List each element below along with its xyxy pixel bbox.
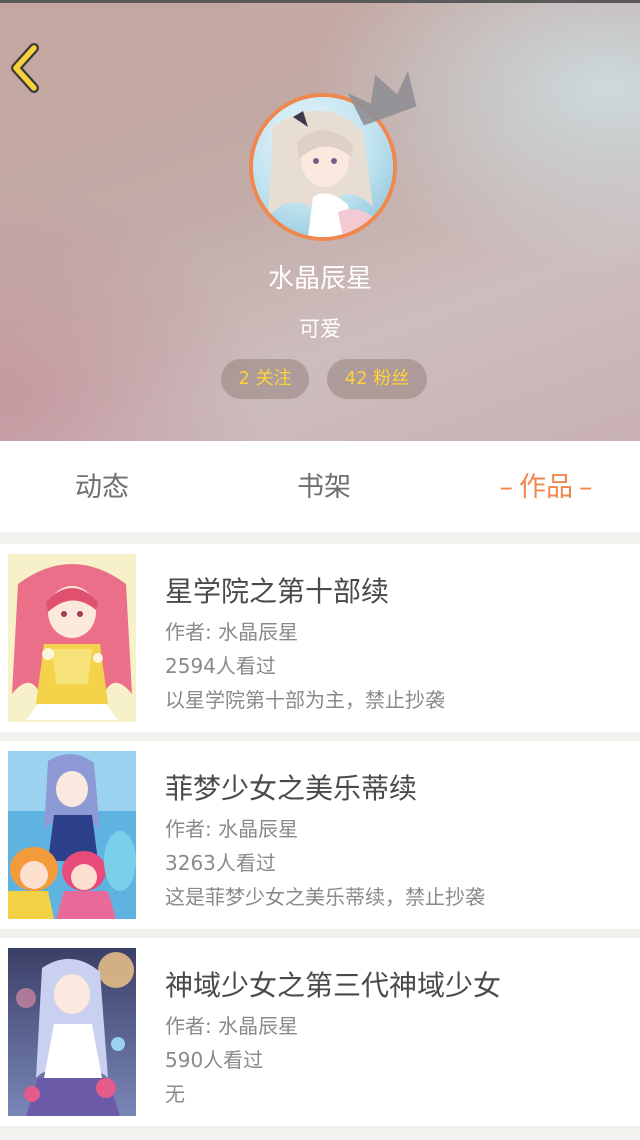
tab-dynamic[interactable]: 动态 [40,441,164,532]
work-item[interactable]: 星学院之第十部续 作者: 水晶辰星 2594人看过 以星学院第十部为主，禁止抄袭 [0,544,640,732]
profile-header: 水晶辰星 可爱 2 关注 42 粉丝 [0,0,640,441]
back-button[interactable] [6,42,46,94]
signature: 可爱 [299,317,341,341]
work-views: 3263人看过 [165,851,276,875]
work-item[interactable]: 神域少女之第三代神域少女 作者: 水晶辰星 590人看过 无 [0,938,640,1126]
tab-active-dash-left: – [499,472,514,503]
follow-count-button[interactable]: 2 关注 [221,359,309,399]
chevron-left-icon [11,43,39,93]
work-description: 以星学院第十部为主，禁止抄袭 [165,688,445,712]
work-views: 2594人看过 [165,654,276,678]
work-author: 作者: 水晶辰星 [165,1014,299,1038]
work-title: 菲梦少女之美乐蒂续 [165,772,418,805]
work-views: 590人看过 [165,1048,264,1072]
work-description: 无 [165,1082,185,1106]
tab-works-label: 作品 [519,472,573,503]
work-cover [8,751,136,919]
work-cover [8,554,136,722]
fans-count-button[interactable]: 42 粉丝 [327,359,427,399]
top-edge [0,0,640,3]
tab-bar: 动态 书架 – 作品 – [0,441,640,532]
work-author: 作者: 水晶辰星 [165,620,299,644]
work-title: 星学院之第十部续 [165,575,390,608]
work-cover [8,948,136,1116]
work-item[interactable]: 菲梦少女之美乐蒂续 作者: 水晶辰星 3263人看过 这是菲梦少女之美乐蒂续，禁… [0,741,640,929]
tab-bookshelf[interactable]: 书架 [262,441,386,532]
tab-active-dash-right: – [579,472,593,503]
tab-works[interactable]: – 作品 – [480,441,612,532]
work-title: 神域少女之第三代神域少女 [165,969,502,1002]
crown-icon [347,71,417,126]
avatar-wrap [249,71,417,241]
work-author: 作者: 水晶辰星 [165,817,299,841]
nickname: 水晶辰星 [267,264,372,294]
work-description: 这是菲梦少女之美乐蒂续，禁止抄袭 [165,885,485,909]
